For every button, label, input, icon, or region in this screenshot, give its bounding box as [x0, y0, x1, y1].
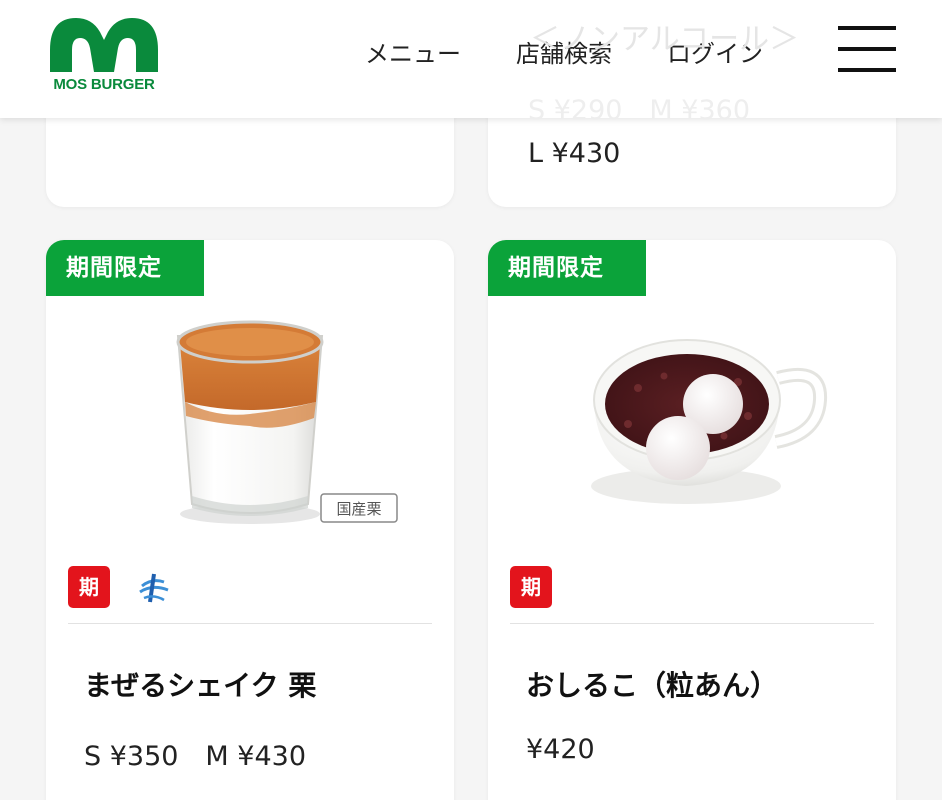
limited-time-badge: 期間限定 [488, 240, 646, 296]
mazeru-shake-icon [134, 568, 172, 606]
previous-product-price-l: L ¥430 [528, 138, 621, 169]
limited-period-icon: 期 [510, 566, 552, 608]
product-card[interactable]: 期間限定 国産栗 期 まぜるシェイク 栗 S ¥350 M ¥430 [46, 240, 454, 800]
domestic-chestnut-label: 国産栗 [336, 500, 381, 518]
product-card[interactable]: 期間限定 期 おしるこ（粒あん） ¥420 [488, 240, 896, 800]
product-image-mazeru-shake: 国産栗 [46, 296, 454, 546]
mos-burger-logo[interactable]: MOS BURGER [48, 10, 160, 94]
product-price: S ¥350 M ¥430 [84, 741, 307, 772]
mos-logo-mark-icon [50, 18, 158, 72]
product-name: おしるこ（粒あん） [526, 669, 779, 702]
product-name: まぜるシェイク 栗 [84, 669, 317, 702]
product-image-oshiruko [488, 296, 896, 546]
hamburger-menu-icon[interactable] [838, 26, 898, 74]
limited-time-badge: 期間限定 [46, 240, 204, 296]
product-price: ¥420 [526, 734, 595, 765]
nav-store-search-link[interactable]: 店舗検索 [516, 34, 612, 69]
nav-menu-link[interactable]: メニュー [365, 34, 461, 69]
nav-login-link[interactable]: ログイン [667, 34, 763, 69]
card-divider [68, 623, 432, 624]
site-header: MOS BURGER メニュー 店舗検索 ログイン [0, 0, 942, 118]
limited-period-icon: 期 [68, 566, 110, 608]
logo-text: MOS BURGER [53, 76, 155, 93]
card-divider [510, 623, 874, 624]
